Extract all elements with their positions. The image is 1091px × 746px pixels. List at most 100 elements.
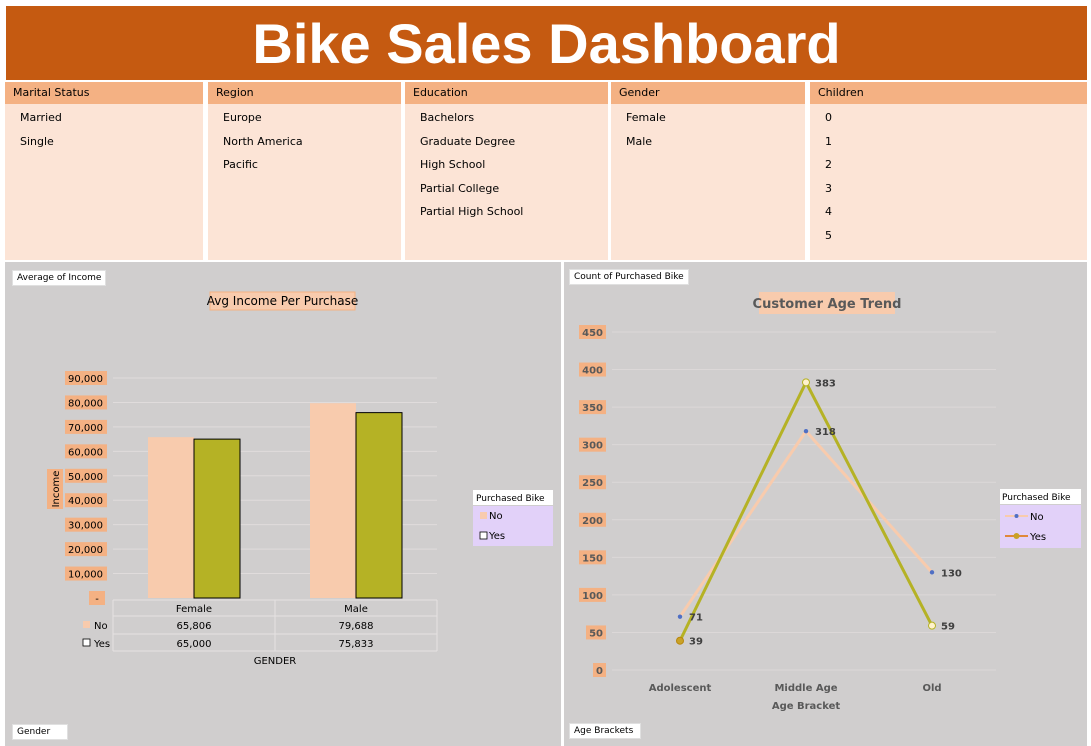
point-yes [676, 636, 684, 645]
slicer-header: Marital Status [5, 82, 203, 104]
legend-label-no: No [489, 511, 503, 522]
bar-yes-male [355, 412, 403, 599]
slicer-item-male[interactable]: Male [611, 130, 805, 154]
slicer-item-married[interactable]: Married [5, 106, 203, 130]
table-row-label-no: No [94, 621, 108, 632]
legend-label-yes: Yes [488, 531, 505, 542]
y-tick-label: 300 [582, 441, 603, 452]
table-category-female: Female [176, 604, 212, 615]
data-label-no: 130 [941, 568, 962, 579]
y-tick-label: 50,000 [68, 472, 103, 483]
table-value: 79,688 [339, 621, 374, 632]
y-tick-label: 350 [582, 403, 603, 414]
slicer-header: Gender [611, 82, 805, 104]
y-tick-label: 60,000 [68, 447, 103, 458]
y-axis-ticks: 0 50 100 150 200 250 300 350 400 450 [579, 325, 606, 677]
slicer-item-children-1[interactable]: 1 [810, 130, 1087, 154]
data-label-no: 318 [815, 427, 836, 438]
data-label-yes: 383 [815, 378, 836, 389]
y-tick-label: 150 [582, 553, 603, 564]
y-tick-label: 450 [582, 328, 603, 339]
slicer-item-pacific[interactable]: Pacific [208, 153, 401, 177]
point-no [677, 614, 683, 619]
legend-marker-yes [1013, 533, 1020, 539]
y-tick-label: 0 [596, 666, 603, 677]
data-label-yes: 59 [941, 622, 955, 633]
legend-label-no: No [1030, 512, 1044, 523]
slicer-item-north-america[interactable]: North America [208, 130, 401, 154]
y-tick-label: 70,000 [68, 423, 103, 434]
slicer-item-europe[interactable]: Europe [208, 106, 401, 130]
y-tick-label: 30,000 [68, 521, 103, 532]
slicer-item-children-2[interactable]: 2 [810, 153, 1087, 177]
y-tick-label: 100 [582, 591, 603, 602]
legend-title: Purchased Bike [1002, 493, 1071, 503]
data-table: Female 65,806 65,000 Male 79,688 75,833 No Yes [82, 599, 438, 652]
x-axis-label: Age Bracket [772, 701, 841, 712]
slicer-item-graduate-degree[interactable]: Graduate Degree [405, 130, 608, 154]
table-category-male: Male [344, 604, 368, 615]
slicer-gender: Gender Female Male [611, 82, 805, 260]
table-swatch-yes [82, 638, 91, 647]
legend: Purchased Bike No Yes [473, 490, 553, 546]
slicer-marital-status: Marital Status Married Single [5, 82, 203, 260]
table-value: 65,000 [177, 639, 212, 650]
x-axis-label: GENDER [254, 656, 297, 667]
chart-title: Customer Age Trend [753, 297, 902, 312]
x-tick-label: Adolescent [649, 683, 712, 694]
legend-swatch-no [480, 512, 487, 519]
income-chart-panel: Average of Income Gender Avg Income Per … [5, 262, 561, 746]
table-value: 75,833 [339, 639, 374, 650]
x-axis-ticks: Adolescent Middle Age Old [649, 683, 942, 694]
legend-title: Purchased Bike [476, 494, 545, 504]
slicer-item-bachelors[interactable]: Bachelors [405, 106, 608, 130]
slicer-header: Children [810, 82, 1087, 104]
point-no [803, 428, 809, 434]
slicer-item-single[interactable]: Single [5, 130, 203, 154]
bar-no-male [310, 403, 356, 598]
dashboard-title: Bike Sales Dashboard [6, 6, 1087, 80]
y-axis-label: Income [51, 471, 62, 508]
bar-yes-female [193, 438, 241, 599]
point-yes [928, 621, 936, 630]
y-tick-label: 200 [582, 516, 603, 527]
series-line-yes [678, 380, 934, 642]
slicer-education: Education Bachelors Graduate Degree High… [405, 82, 608, 260]
bar-no-female [148, 437, 194, 598]
legend-swatch-yes [479, 531, 488, 540]
lines: 71 318 130 39 383 59 [676, 378, 962, 648]
y-tick-label: 50 [589, 628, 603, 639]
slicer-item-children-0[interactable]: 0 [810, 106, 1087, 130]
slicer-item-children-5[interactable]: 5 [810, 224, 1087, 248]
slicer-item-high-school[interactable]: High School [405, 153, 608, 177]
age-chart-panel: Count of Purchased Bike Age Brackets Cus… [564, 262, 1087, 746]
y-tick-label: 10,000 [68, 570, 103, 581]
slicer-item-partial-college[interactable]: Partial College [405, 177, 608, 201]
slicer-item-children-3[interactable]: 3 [810, 177, 1087, 201]
slicer-children: Children 0 1 2 3 4 5 [810, 82, 1087, 260]
table-row-label-yes: Yes [93, 639, 110, 650]
y-tick-label: - [95, 594, 99, 605]
series-line-no [678, 429, 934, 618]
age-line-chart: Customer Age Trend 0 50 100 150 200 250 300 350… [579, 292, 1081, 712]
y-tick-label: 40,000 [68, 496, 103, 507]
legend: Purchased Bike No Yes [1000, 489, 1081, 548]
slicer-item-children-4[interactable]: 4 [810, 200, 1087, 224]
slicer-header: Region [208, 82, 401, 104]
data-label-no: 71 [689, 613, 703, 624]
point-yes [802, 378, 810, 387]
legend-label-yes: Yes [1029, 532, 1046, 543]
y-tick-label: 250 [582, 478, 603, 489]
chart-title: Avg Income Per Purchase [207, 294, 358, 308]
data-label-yes: 39 [689, 637, 703, 648]
slicer-item-female[interactable]: Female [611, 106, 805, 130]
legend-marker-no [1014, 514, 1019, 518]
point-no [929, 570, 935, 575]
income-bar-chart: Avg Income Per Purchase - 10,000 20,000 30,… [47, 291, 553, 667]
slicer-bar: Marital Status Married Single Region Eur… [5, 82, 1087, 260]
table-swatch-no [83, 621, 90, 628]
slicer-region: Region Europe North America Pacific [208, 82, 401, 260]
slicer-item-partial-high-school[interactable]: Partial High School [405, 200, 608, 224]
slicer-header: Education [405, 82, 608, 104]
table-value: 65,806 [177, 621, 212, 632]
